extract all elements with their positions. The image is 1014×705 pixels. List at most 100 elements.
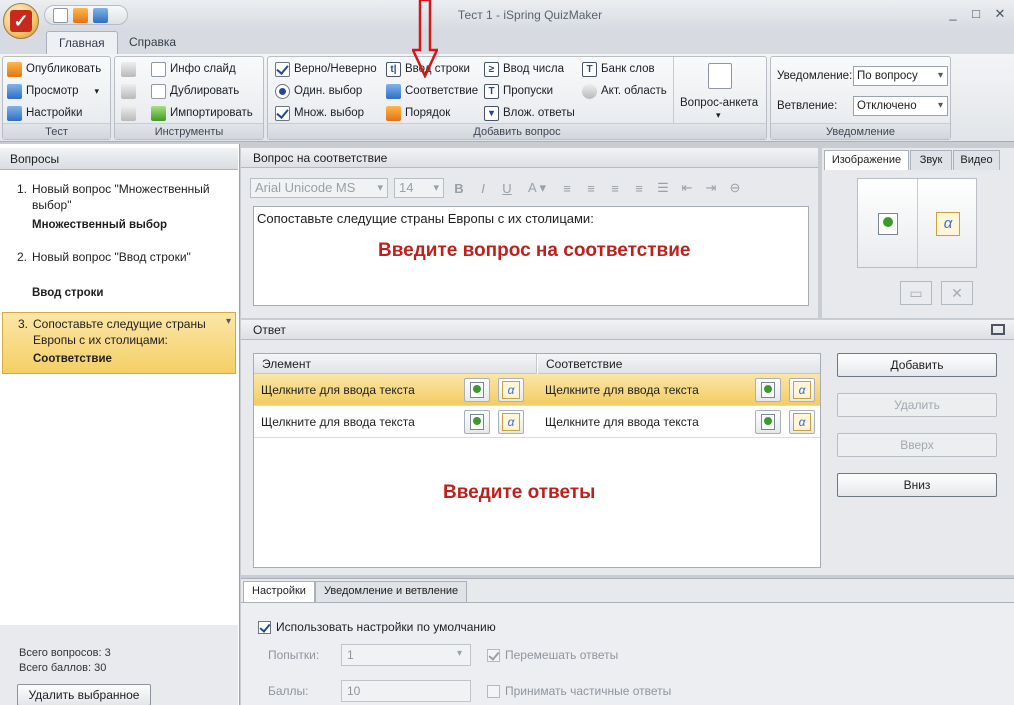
row-image-button[interactable] xyxy=(755,410,781,434)
group-add-question: Верно/Неверно Один. выбор Множ. выбор t|… xyxy=(267,56,767,140)
match-cell[interactable]: Щелкните для ввода текста xyxy=(545,383,699,397)
preview-button[interactable]: Просмотр ▾ xyxy=(7,81,99,101)
italic-icon[interactable]: I xyxy=(474,181,492,196)
delete-selected-button[interactable]: Удалить выбранное xyxy=(17,684,151,705)
question-item[interactable]: 1. Новый вопрос "Множественный выбор" Мно… xyxy=(2,178,236,240)
group-caption: Инструменты xyxy=(115,123,263,139)
collapse-icon[interactable] xyxy=(991,324,1005,335)
close-button[interactable]: ✕ xyxy=(990,6,1010,24)
numeric-button[interactable]: ≥ Ввод числа xyxy=(484,59,564,79)
matching-button[interactable]: Соответствие xyxy=(386,81,478,101)
bold-icon[interactable]: B xyxy=(450,181,468,196)
maximize-button[interactable]: □ xyxy=(966,6,986,24)
import-button[interactable]: Импортировать xyxy=(151,103,253,123)
row-formula-button[interactable]: α xyxy=(498,410,524,434)
publish-button[interactable]: Опубликовать xyxy=(7,59,101,79)
multiple-dropdowns-button[interactable]: ▾ Влож. ответы xyxy=(484,103,575,123)
cut-icon[interactable] xyxy=(121,62,136,77)
single-choice-button[interactable]: Один. выбор xyxy=(275,81,362,101)
justify-icon[interactable]: ≡ xyxy=(630,181,648,196)
app-menu-button[interactable]: ✓ xyxy=(3,3,39,39)
tab-home[interactable]: Главная xyxy=(46,31,118,55)
insert-formula-button[interactable]: α xyxy=(918,179,978,269)
open-folder-icon[interactable] xyxy=(73,7,88,23)
word-bank-icon: T xyxy=(582,61,597,77)
duplicate-button[interactable]: Дублировать xyxy=(151,81,239,101)
delete-button[interactable]: Удалить xyxy=(837,393,997,417)
settings-button[interactable]: Настройки xyxy=(7,103,82,123)
row-image-button[interactable] xyxy=(755,378,781,402)
branching-select[interactable]: Отключено xyxy=(853,96,948,116)
outdent-icon[interactable]: ⇤ xyxy=(678,180,696,196)
partial-checkbox[interactable] xyxy=(487,685,500,698)
row-image-button[interactable] xyxy=(464,410,490,434)
move-down-button[interactable]: Вниз xyxy=(837,473,997,497)
points-input[interactable]: 10 xyxy=(341,680,471,702)
column-element: Элемент xyxy=(254,354,537,374)
media-properties-button[interactable]: ▭ xyxy=(900,281,932,305)
image-icon xyxy=(761,414,775,430)
formula-icon: α xyxy=(936,212,960,236)
numeric-icon: ≥ xyxy=(484,61,499,77)
attempts-select[interactable]: 1 xyxy=(341,644,471,666)
align-left-icon[interactable]: ≡ xyxy=(558,181,576,196)
true-false-icon xyxy=(275,61,290,77)
bullet-list-icon[interactable]: ☰ xyxy=(654,180,672,196)
save-icon[interactable] xyxy=(93,7,108,23)
row-formula-button[interactable]: α xyxy=(789,378,815,402)
add-button[interactable]: Добавить xyxy=(837,353,997,377)
row-image-button[interactable] xyxy=(464,378,490,402)
fill-blank-icon: T xyxy=(484,83,499,99)
move-up-button[interactable]: Вверх xyxy=(837,433,997,457)
use-default-checkbox[interactable] xyxy=(258,621,271,634)
font-select[interactable]: Arial Unicode MS xyxy=(250,178,388,198)
question-type: Соответствие xyxy=(33,353,112,365)
word-bank-button[interactable]: T Банк слов xyxy=(582,59,655,79)
true-false-button[interactable]: Верно/Неверно xyxy=(275,59,377,79)
info-slide-button[interactable]: Инфо слайд xyxy=(151,59,236,79)
tab-feedback-branching[interactable]: Уведомление и ветвление xyxy=(315,581,468,602)
element-cell[interactable]: Щелкните для ввода текста xyxy=(261,383,415,397)
answer-row[interactable]: Щелкните для ввода текста α Щелкните для… xyxy=(254,406,820,438)
chevron-down-icon: ▾ xyxy=(457,648,463,659)
tab-sound[interactable]: Звук xyxy=(910,150,952,170)
font-color-icon[interactable]: A ▾ xyxy=(522,180,552,196)
row-formula-button[interactable]: α xyxy=(498,378,524,402)
insert-image-button[interactable] xyxy=(858,179,918,269)
tab-help[interactable]: Справка xyxy=(117,31,188,55)
minimize-button[interactable]: _ xyxy=(943,6,963,24)
multiple-choice-button[interactable]: Множ. выбор xyxy=(275,103,364,123)
hotspot-button[interactable]: Акт. область xyxy=(582,81,667,101)
survey-button[interactable]: Вопрос-анкета xyxy=(680,97,758,109)
shuffle-checkbox[interactable] xyxy=(487,649,500,662)
new-file-icon[interactable] xyxy=(53,7,68,23)
notification-select[interactable]: По вопросу xyxy=(853,66,948,86)
indent-icon[interactable]: ⇥ xyxy=(702,180,720,196)
group-caption: Добавить вопрос xyxy=(268,123,766,139)
align-right-icon[interactable]: ≡ xyxy=(606,181,624,196)
answer-row[interactable]: Щелкните для ввода текста α Щелкните для… xyxy=(254,374,820,406)
tab-video[interactable]: Видео xyxy=(953,150,1000,170)
survey-icon[interactable] xyxy=(708,63,732,89)
tab-settings[interactable]: Настройки xyxy=(243,581,315,602)
text-input-icon: t| xyxy=(386,61,401,77)
sequence-button[interactable]: Порядок xyxy=(386,103,450,123)
paste-icon[interactable] xyxy=(121,106,136,121)
underline-icon[interactable]: U xyxy=(498,181,516,196)
slide-icon xyxy=(151,61,166,77)
copy-icon[interactable] xyxy=(121,84,136,99)
font-size-select[interactable]: 14 xyxy=(394,178,444,198)
element-cell[interactable]: Щелкните для ввода текста xyxy=(261,415,415,429)
tab-image[interactable]: Изображение xyxy=(824,150,909,170)
question-item-selected[interactable]: 3. Сопоставьте следущие страны Европы с и… xyxy=(2,312,236,374)
match-cell[interactable]: Щелкните для ввода текста xyxy=(545,415,699,429)
ispring-logo-icon: ✓ xyxy=(10,10,32,32)
link-icon[interactable]: ⊖ xyxy=(726,180,744,196)
media-delete-button[interactable]: ✕ xyxy=(941,281,973,305)
matching-icon xyxy=(386,83,401,99)
fill-blank-button[interactable]: T Пропуски xyxy=(484,81,553,101)
question-item[interactable]: 2. Новый вопрос "Ввод строки" Ввод строки xyxy=(2,246,236,308)
question-hint-annotation: Введите вопрос на соответствие xyxy=(378,240,691,261)
row-formula-button[interactable]: α xyxy=(789,410,815,434)
align-center-icon[interactable]: ≡ xyxy=(582,181,600,196)
